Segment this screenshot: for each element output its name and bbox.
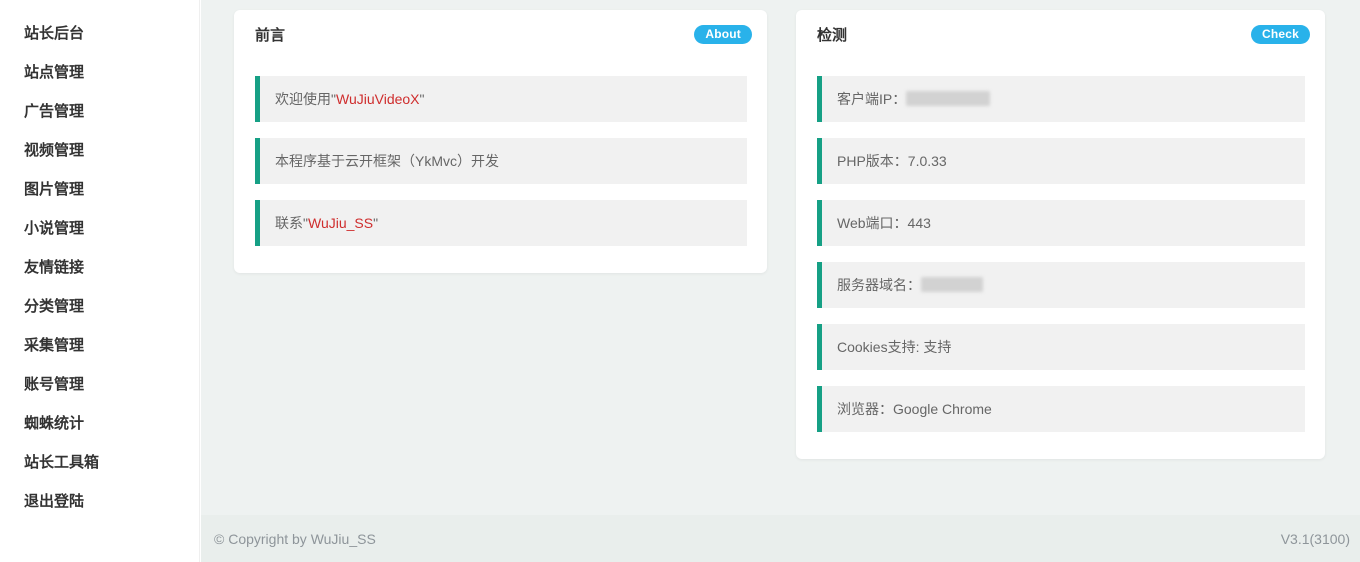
sidebar-item-collect-management[interactable]: 采集管理 [0, 326, 199, 365]
note-text: 本程序基于云开框架（YkMvc）开发 [275, 153, 499, 169]
content-area: 前言 About 欢迎使用"WuJiuVideoX" 本程序基于云开框架（YkM… [201, 0, 1360, 515]
main-column: 前言 About 欢迎使用"WuJiuVideoX" 本程序基于云开框架（YkM… [201, 0, 1360, 562]
check-card-body: 客户端IP： PHP版本：7.0.33 Web端口：443 服务器域名： Coo… [796, 58, 1325, 459]
preface-card: 前言 About 欢迎使用"WuJiuVideoX" 本程序基于云开框架（YkM… [234, 10, 767, 273]
note-highlight: WuJiuVideoX [336, 91, 420, 107]
redacted-domain-value [921, 277, 983, 292]
sidebar-item-novel-management[interactable]: 小说管理 [0, 209, 199, 248]
preface-welcome-note: 欢迎使用"WuJiuVideoX" [255, 76, 747, 122]
preface-contact-note: 联系"WuJiu_SS" [255, 200, 747, 246]
preface-card-body: 欢迎使用"WuJiuVideoX" 本程序基于云开框架（YkMvc）开发 联系"… [234, 58, 767, 273]
sidebar: 站长后台 站点管理 广告管理 视频管理 图片管理 小说管理 友情链接 分类管理 … [0, 0, 200, 562]
sidebar-item-webmaster-toolbox[interactable]: 站长工具箱 [0, 443, 199, 482]
sidebar-item-logout[interactable]: 退出登陆 [0, 482, 199, 521]
note-text: 欢迎使用" [275, 91, 336, 107]
sidebar-item-site-management[interactable]: 站点管理 [0, 53, 199, 92]
redacted-ip-value [906, 91, 990, 106]
sidebar-nav: 站长后台 站点管理 广告管理 视频管理 图片管理 小说管理 友情链接 分类管理 … [0, 0, 199, 521]
note-text: " [373, 215, 378, 231]
check-row-cookies-support: Cookies支持: 支持 [817, 324, 1305, 370]
check-label: 浏览器： [837, 401, 893, 417]
preface-framework-note: 本程序基于云开框架（YkMvc）开发 [255, 138, 747, 184]
preface-card-title: 前言 [255, 24, 285, 45]
about-badge: About [694, 25, 752, 44]
copyright-text: © Copyright by WuJiu_SS [214, 531, 376, 547]
check-row-client-ip: 客户端IP： [817, 76, 1305, 122]
sidebar-item-account-management[interactable]: 账号管理 [0, 365, 199, 404]
check-value: 443 [908, 215, 931, 231]
check-row-web-port: Web端口：443 [817, 200, 1305, 246]
preface-card-header: 前言 About [234, 10, 767, 58]
note-text: 联系" [275, 215, 308, 231]
sidebar-item-image-management[interactable]: 图片管理 [0, 170, 199, 209]
check-label: 客户端IP： [837, 91, 906, 107]
check-label: 服务器域名： [837, 277, 921, 293]
footer: © Copyright by WuJiu_SS V3.1(3100) [201, 515, 1360, 562]
sidebar-item-admin-home[interactable]: 站长后台 [0, 14, 199, 53]
sidebar-item-friend-links[interactable]: 友情链接 [0, 248, 199, 287]
check-card-header: 检测 Check [796, 10, 1325, 58]
check-value: Google Chrome [893, 401, 992, 417]
check-card: 检测 Check 客户端IP： PHP版本：7.0.33 Web端口：443 服… [796, 10, 1325, 459]
check-label: PHP版本： [837, 153, 908, 169]
sidebar-item-video-management[interactable]: 视频管理 [0, 131, 199, 170]
note-highlight: WuJiu_SS [308, 215, 373, 231]
check-label: Cookies支持: [837, 339, 923, 355]
check-row-browser: 浏览器：Google Chrome [817, 386, 1305, 432]
sidebar-item-ad-management[interactable]: 广告管理 [0, 92, 199, 131]
check-value: 支持 [923, 339, 951, 355]
check-label: Web端口： [837, 215, 908, 231]
check-value: 7.0.33 [908, 153, 947, 169]
admin-dashboard: 站长后台 站点管理 广告管理 视频管理 图片管理 小说管理 友情链接 分类管理 … [0, 0, 1360, 562]
check-row-php-version: PHP版本：7.0.33 [817, 138, 1305, 184]
sidebar-item-spider-stats[interactable]: 蜘蛛统计 [0, 404, 199, 443]
sidebar-item-category-management[interactable]: 分类管理 [0, 287, 199, 326]
check-row-server-domain: 服务器域名： [817, 262, 1305, 308]
check-card-title: 检测 [817, 24, 847, 45]
note-text: " [420, 91, 425, 107]
version-text: V3.1(3100) [1281, 531, 1350, 547]
check-badge: Check [1251, 25, 1310, 44]
